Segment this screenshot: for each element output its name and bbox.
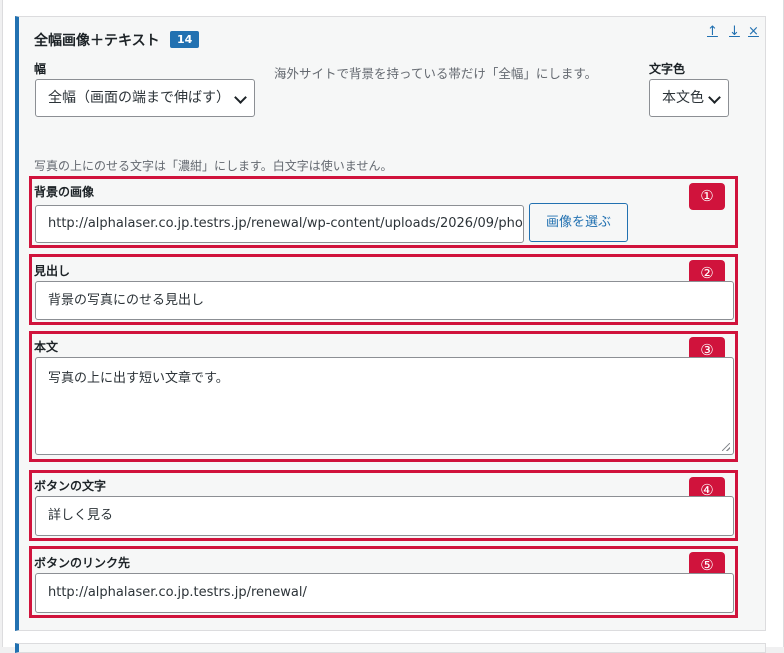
move-down-button[interactable]: ↓ <box>729 24 740 40</box>
resize-handle-icon[interactable] <box>722 443 730 451</box>
chevron-down-icon <box>234 91 247 104</box>
width-label: 幅 <box>34 62 47 76</box>
chevron-down-icon <box>708 91 721 104</box>
overlay-text-note: 写真の上にのせる文字は「濃紺」にします。白文字は使いません。 <box>34 159 393 173</box>
button-link-input[interactable]: http://alphalaser.co.jp.testrs.jp/renewa… <box>35 573 734 613</box>
body-text: 写真の上に出す短い文章です。 <box>48 371 229 386</box>
width-hint: 海外サイトで背景を持っている帯だけ「全幅」にします。 <box>274 66 598 81</box>
move-up-button[interactable]: ↑ <box>707 24 718 40</box>
step-number-1: ① <box>689 183 725 210</box>
block-number-badge: 14 <box>170 31 200 48</box>
text-color-label: 文字色 <box>649 62 686 76</box>
button-text-label: ボタンの文字 <box>34 479 107 493</box>
width-select-value: 全幅（画面の端まで伸ばす） <box>48 90 230 106</box>
block-title: 全幅画像＋テキスト <box>34 33 160 49</box>
remove-block-button[interactable]: × <box>748 24 759 40</box>
next-block-panel <box>15 643 766 653</box>
body-label: 本文 <box>34 340 59 354</box>
heading-label: 見出し <box>34 264 71 278</box>
button-link-label: ボタンのリンク先 <box>34 556 131 570</box>
body-textarea[interactable]: 写真の上に出す短い文章です。 <box>35 357 734 455</box>
bg-image-url-input[interactable]: http://alphalaser.co.jp.testrs.jp/renewa… <box>35 205 524 243</box>
bg-image-label: 背景の画像 <box>34 185 95 199</box>
choose-image-button[interactable]: 画像を選ぶ <box>529 203 628 242</box>
heading-input[interactable]: 背景の写真にのせる見出し <box>35 281 734 320</box>
text-color-select[interactable]: 本文色 <box>649 79 729 117</box>
width-select[interactable]: 全幅（画面の端まで伸ばす） <box>35 79 255 117</box>
text-color-select-value: 本文色 <box>662 90 704 106</box>
button-text-input[interactable]: 詳しく見る <box>35 496 734 536</box>
